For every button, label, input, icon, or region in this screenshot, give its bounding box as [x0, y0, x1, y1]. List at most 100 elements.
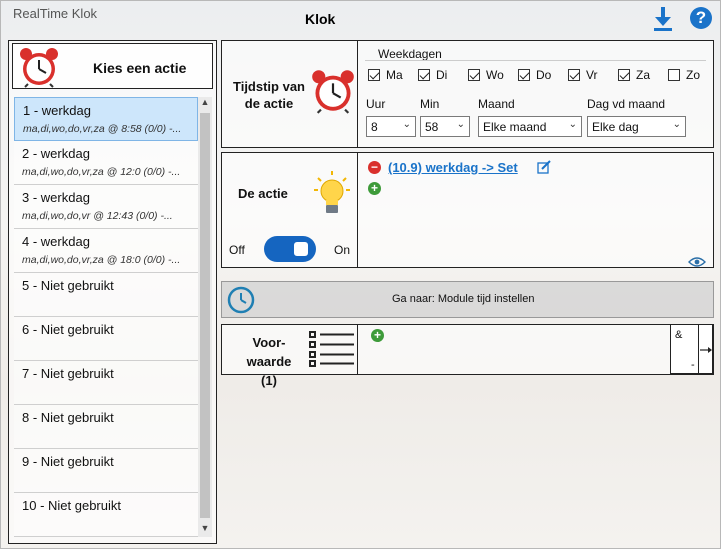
list-item-name: 7 - Niet gebruikt — [22, 366, 114, 381]
action-list-panel: Kies een actie 1 - werkdag ma,di,wo,do,v… — [8, 40, 217, 544]
kies-label: Kies een actie — [93, 60, 187, 76]
list-item[interactable]: 10 - Niet gebruikt — [14, 493, 198, 537]
help-icon[interactable]: ? — [690, 7, 712, 29]
list-item-sub: ma,di,wo,do,vr,za @ 12:0 (0/0) -... — [22, 166, 181, 178]
remove-icon[interactable]: − — [368, 161, 381, 174]
checkbox[interactable] — [368, 69, 380, 81]
list-item-sub: ma,di,wo,do,vr,za @ 8:58 (0/0) -... — [23, 123, 182, 135]
arrow-right-icon — [700, 347, 712, 353]
download-icon[interactable] — [652, 6, 674, 32]
maand-value: Elke maand — [483, 120, 547, 134]
list-item[interactable]: 3 - werkdag ma,di,wo,do,vr @ 12:43 (0/0)… — [14, 185, 198, 229]
list-icon — [309, 331, 354, 367]
day-checkbox-ma[interactable]: Ma — [368, 68, 403, 82]
min-label: Min — [420, 97, 440, 111]
add-condition-icon[interactable]: + — [371, 329, 384, 342]
list-item-name: 3 - werkdag — [22, 190, 90, 205]
chevron-down-icon: ⌄ — [568, 119, 577, 130]
dag-select[interactable]: Elke dag ⌄ — [587, 116, 686, 137]
day-checkbox-zo[interactable]: Zo — [668, 68, 700, 82]
day-checkbox-di[interactable]: Di — [418, 68, 447, 82]
list-item[interactable]: 7 - Niet gebruikt — [14, 361, 198, 405]
checkbox[interactable] — [668, 69, 680, 81]
list-item-name: 10 - Niet gebruikt — [22, 498, 121, 513]
list-item[interactable]: 1 - werkdag ma,di,wo,do,vr,za @ 8:58 (0/… — [14, 97, 198, 141]
list-item[interactable]: 9 - Niet gebruikt — [14, 449, 198, 493]
day-checkbox-vr[interactable]: Vr — [568, 68, 598, 82]
list-item-name: 4 - werkdag — [22, 234, 90, 249]
list-item-sub: ma,di,wo,do,vr @ 12:43 (0/0) -... — [22, 210, 173, 222]
day-label: Wo — [486, 68, 504, 82]
voorwaarde-label: Voor-waarde (1) — [246, 335, 292, 388]
alarm-clock-icon — [312, 70, 354, 114]
min-value: 58 — [425, 120, 439, 134]
day-label: Za — [636, 68, 651, 82]
day-label: Vr — [586, 68, 598, 82]
list-item-name: 6 - Niet gebruikt — [22, 322, 114, 337]
action-enable-toggle[interactable] — [264, 236, 316, 262]
eye-icon[interactable] — [688, 256, 706, 268]
min-select[interactable]: 58 ⌄ — [420, 116, 470, 137]
title-bar: RealTime Klok Klok ? — [0, 0, 721, 38]
gate-dash: - — [691, 359, 695, 371]
maand-label: Maand — [478, 97, 515, 111]
scroll-up-icon[interactable]: ▲ — [198, 97, 212, 111]
list-item[interactable]: 8 - Niet gebruikt — [14, 405, 198, 449]
dag-label: Dag vd maand — [587, 97, 666, 111]
action-list: 1 - werkdag ma,di,wo,do,vr,za @ 8:58 (0/… — [14, 97, 198, 537]
list-item[interactable]: 5 - Niet gebruikt — [14, 273, 198, 317]
add-icon[interactable]: + — [368, 182, 381, 195]
ganaar-label: Ga naar: Module tijd instellen — [392, 293, 535, 305]
dag-value: Elke dag — [592, 120, 639, 134]
day-checkbox-do[interactable]: Do — [518, 68, 551, 82]
list-item[interactable]: 6 - Niet gebruikt — [14, 317, 198, 361]
uur-value: 8 — [371, 120, 378, 134]
checkbox[interactable] — [518, 69, 530, 81]
list-item-name: 9 - Niet gebruikt — [22, 454, 114, 469]
list-item-name: 5 - Niet gebruikt — [22, 278, 114, 293]
chevron-down-icon: ⌄ — [672, 119, 681, 130]
day-label: Ma — [386, 68, 403, 82]
day-label: Di — [436, 68, 448, 82]
maand-select[interactable]: Elke maand ⌄ — [478, 116, 582, 137]
on-label: On — [334, 243, 351, 257]
weekdagen-title: Weekdagen — [378, 47, 442, 61]
app-title: RealTime Klok — [13, 6, 98, 21]
ganaar-button[interactable]: Ga naar: Module tijd instellen — [221, 281, 714, 318]
day-checkbox-wo[interactable]: Wo — [468, 68, 504, 82]
list-item-name: 1 - werkdag — [23, 103, 91, 118]
uur-select[interactable]: 8 ⌄ — [366, 116, 416, 137]
day-checkbox-za[interactable]: Za — [618, 68, 650, 82]
voorwaarde-content-box — [357, 324, 714, 375]
alarm-clock-icon — [20, 48, 58, 88]
page-title: Klok — [305, 11, 336, 27]
and-gate: & - — [670, 324, 713, 374]
checkbox[interactable] — [618, 69, 630, 81]
clock-icon — [227, 286, 255, 314]
scroll-thumb[interactable] — [200, 113, 210, 518]
uur-label: Uur — [366, 97, 386, 111]
checkbox[interactable] — [568, 69, 580, 81]
gate-symbol: & — [675, 329, 683, 341]
list-item-name: 2 - werkdag — [22, 146, 90, 161]
list-item-sub: ma,di,wo,do,vr,za @ 18:0 (0/0) -... — [22, 254, 181, 266]
lightbulb-icon — [314, 171, 350, 213]
de-actie-label: De actie — [238, 186, 288, 201]
list-item[interactable]: 4 - werkdag ma,di,wo,do,vr,za @ 18:0 (0/… — [14, 229, 198, 273]
edit-icon[interactable] — [537, 160, 551, 174]
checkbox[interactable] — [468, 69, 480, 81]
action-link[interactable]: (10.9) werkdag -> Set — [388, 160, 518, 175]
checkbox[interactable] — [418, 69, 430, 81]
list-scrollbar[interactable]: ▲ ▼ — [198, 97, 212, 537]
day-label: Zo — [686, 68, 701, 82]
chevron-down-icon: ⌄ — [402, 119, 411, 130]
scroll-down-icon[interactable]: ▼ — [198, 523, 212, 537]
tijdstip-label: Tijdstip van de actie — [233, 79, 305, 111]
list-item[interactable]: 2 - werkdag ma,di,wo,do,vr,za @ 12:0 (0/… — [14, 141, 198, 185]
list-item-name: 8 - Niet gebruikt — [22, 410, 114, 425]
kies-header: Kies een actie — [12, 43, 213, 89]
toggle-knob — [294, 242, 308, 256]
chevron-down-icon: ⌄ — [456, 119, 465, 130]
off-label: Off — [229, 243, 245, 257]
day-label: Do — [536, 68, 552, 82]
